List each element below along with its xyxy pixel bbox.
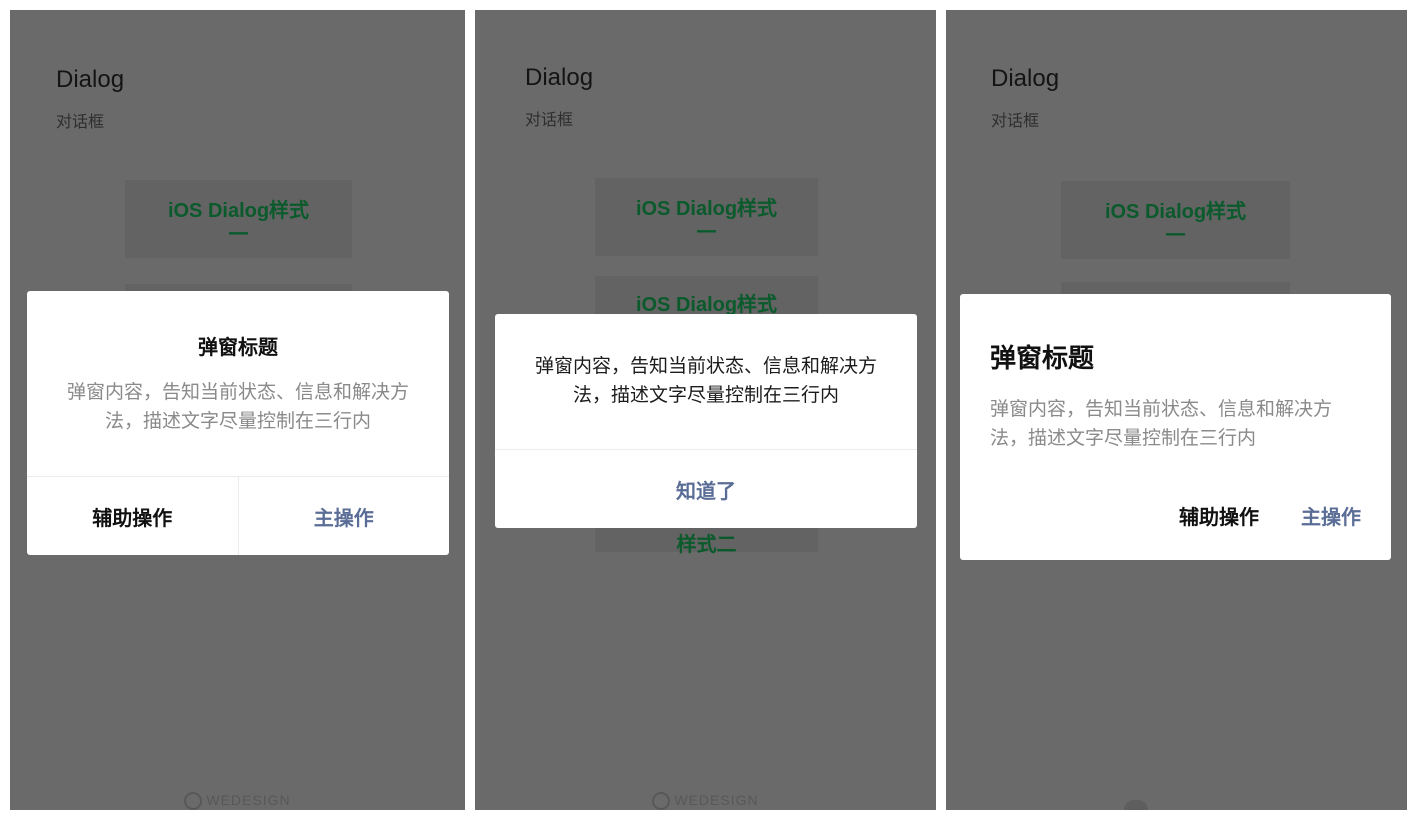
demo-button-label: iOS Dialog样式 [635,198,778,220]
primary-action-button[interactable]: 知道了 [495,450,917,528]
page-title: Dialog [525,64,594,91]
dialog-footer: 知道了 [495,449,917,528]
dialog-modal: 弹窗标题 弹窗内容，告知当前状态、信息和解决方法，描述文字尽量控制在三行内 辅助… [960,294,1391,560]
dialog-body: 弹窗内容，告知当前状态、信息和解决方法，描述文字尽量控制在三行内 [534,355,877,406]
demo-button-partial[interactable] [1061,282,1290,294]
page-subtitle: 对话框 [56,112,105,131]
demo-button-ios-dialog[interactable]: iOS Dialog样式 一 [1061,181,1290,259]
demo-button-dash: 一 [696,222,717,244]
wedesign-logo-icon [652,792,671,810]
dialog-footer: 辅助操作 主操作 [960,470,1391,560]
dialog-title: 弹窗标题 [990,344,1095,374]
primary-action-button[interactable]: 主操作 [1301,501,1361,530]
dialog-modal: 弹窗内容，告知当前状态、信息和解决方法，描述文字尽量控制在三行内 知道了 [495,314,917,528]
dialog-title: 弹窗标题 [198,335,278,359]
dialog-demo-panel-3: Dialog 对话框 iOS Dialog样式 一 弹窗标题 弹窗内容，告知当前… [946,10,1407,810]
wedesign-logo-icon [184,792,203,810]
demo-button-label: iOS Dialog样式 [1104,201,1247,223]
page-title: Dialog [56,66,125,93]
watermark: WEDESIGN [10,792,465,810]
wedesign-logo-icon [1124,800,1148,810]
watermark-text: WEDESIGN [206,791,291,808]
dialog-modal: 弹窗标题 弹窗内容，告知当前状态、信息和解决方法，描述文字尽量控制在三行内 辅助… [27,291,449,555]
demo-button-ios-dialog[interactable]: iOS Dialog样式 一 [125,180,352,258]
demo-button-ios-dialog[interactable]: iOS Dialog样式 一 [595,178,818,256]
dialog-demo-panel-2: Dialog 对话框 iOS Dialog样式 一 iOS Dialog样式 样… [475,10,936,810]
demo-button-dash: 一 [1165,225,1186,247]
demo-button-dash: 一 [228,224,249,246]
demo-button-label: iOS Dialog样式 [635,294,778,316]
dialog-body: 弹窗内容，告知当前状态、信息和解决方法，描述文字尽量控制在三行内 [990,398,1333,449]
watermark: WEDESIGN [475,792,936,810]
dialog-body: 弹窗内容，告知当前状态、信息和解决方法，描述文字尽量控制在三行内 [66,381,409,432]
secondary-action-button[interactable]: 辅助操作 [27,477,238,555]
page-title: Dialog [991,65,1060,92]
primary-action-button[interactable]: 主操作 [237,477,450,555]
page-subtitle: 对话框 [991,111,1040,130]
dialog-demo-panel-1: Dialog 对话框 iOS Dialog样式 一 WEDESIGN 弹窗标题 … [10,10,465,810]
page-subtitle: 对话框 [525,110,574,129]
demo-button-label: iOS Dialog样式 [167,200,310,222]
watermark-text: WEDESIGN [674,791,759,808]
demo-button-ios-dialog-2[interactable]: iOS Dialog样式 [595,276,818,316]
dialog-footer: 辅助操作 主操作 [27,476,449,555]
secondary-action-button[interactable]: 辅助操作 [1179,501,1259,530]
